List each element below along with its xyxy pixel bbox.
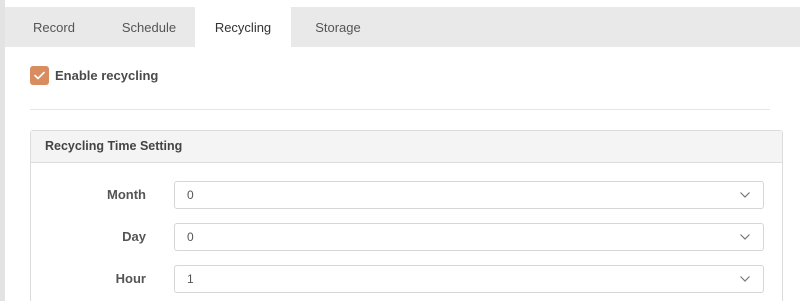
recycling-settings-page: Record Schedule Recycling Storage Enable… (0, 0, 800, 301)
tab-schedule[interactable]: Schedule (103, 7, 195, 47)
month-select[interactable]: 0 (174, 181, 764, 209)
chevron-down-icon (740, 192, 750, 198)
field-row-day: Day 0 (31, 223, 782, 251)
tab-content: Enable recycling Recycling Time Setting … (5, 47, 800, 301)
divider (30, 109, 770, 110)
enable-recycling-label: Enable recycling (55, 67, 159, 83)
chevron-down-icon (740, 234, 750, 240)
tab-recycling[interactable]: Recycling (195, 7, 291, 47)
month-value: 0 (187, 188, 194, 202)
panel-title: Recycling Time Setting (31, 131, 782, 163)
day-value: 0 (187, 230, 194, 244)
recycling-time-panel: Recycling Time Setting Month 0 Day 0 Hou… (30, 130, 783, 301)
tab-storage[interactable]: Storage (291, 7, 385, 47)
tab-bar: Record Schedule Recycling Storage (5, 7, 800, 47)
day-label: Day (122, 229, 146, 244)
field-row-hour: Hour 1 (31, 265, 782, 293)
checkmark-icon (34, 71, 45, 79)
enable-recycling-checkbox[interactable] (30, 65, 49, 85)
chevron-down-icon (740, 276, 750, 282)
tab-record[interactable]: Record (5, 7, 103, 47)
hour-select[interactable]: 1 (174, 265, 764, 293)
hour-label: Hour (115, 271, 146, 286)
hour-value: 1 (187, 272, 194, 286)
day-select[interactable]: 0 (174, 223, 764, 251)
enable-recycling-row: Enable recycling (30, 65, 158, 85)
month-label: Month (107, 187, 146, 202)
field-row-month: Month 0 (31, 181, 782, 209)
